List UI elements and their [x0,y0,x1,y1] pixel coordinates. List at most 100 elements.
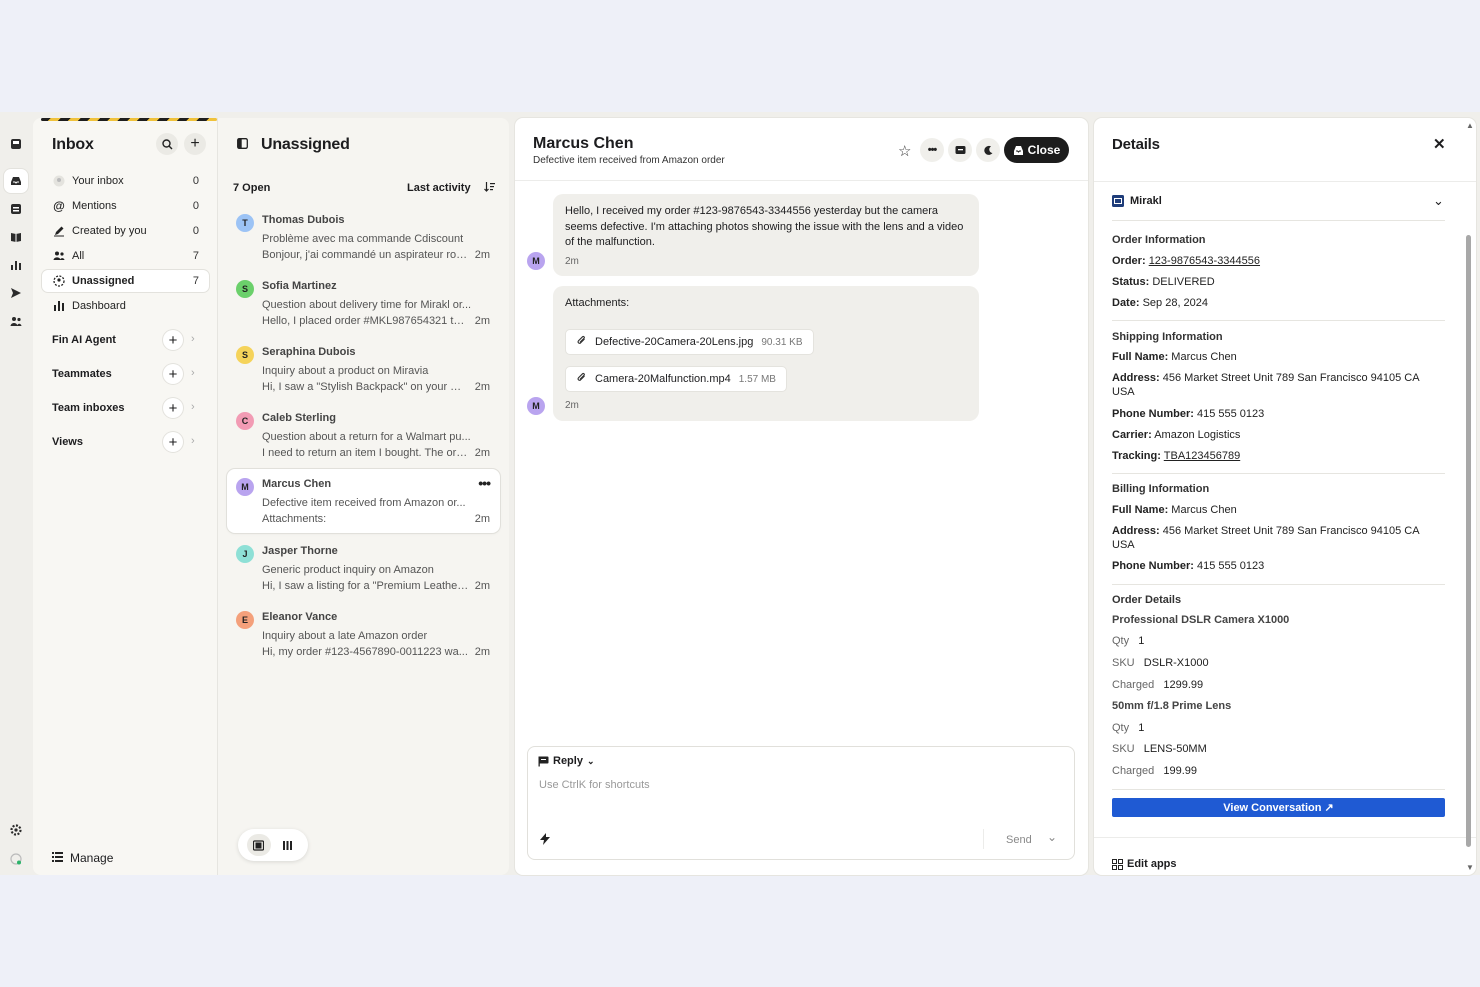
conversation-item[interactable]: J Jasper Thorne Generic product inquiry … [227,536,500,600]
add-team-inbox-button[interactable]: + [163,398,183,418]
chevron-down-icon: ⌄ [586,755,595,766]
conversation-item[interactable]: S Seraphina Dubois Inquiry about a produ… [227,337,500,401]
team-icon[interactable] [8,313,24,329]
plus-icon: + [168,399,178,417]
attachment-chip[interactable]: Camera-20Malfunction.mp4 1.57 MB [565,366,787,392]
view-conversation-button[interactable]: View Conversation ↗ [1112,798,1445,817]
sort-order-icon[interactable] [484,181,495,195]
sort-dropdown[interactable]: Last activity [407,182,471,194]
columns-layout-icon [283,840,292,850]
conversation-subject: Inquiry about a product on Miravia [262,365,429,377]
new-conversation-button[interactable]: + [184,133,206,155]
send-button[interactable]: Send [1006,834,1032,846]
conversation-item[interactable]: E Eleanor Vance Inquiry about a late Ama… [227,602,500,666]
sidebar-item-unassigned[interactable]: Unassigned 7 [42,270,209,292]
chevron-right-icon[interactable]: › [191,367,195,379]
more-options-icon[interactable]: ••• [478,475,491,491]
search-button[interactable] [156,133,178,155]
close-label: Close [1027,143,1061,157]
snooze-moon-button[interactable] [976,138,1000,162]
scroll-up-arrow-icon[interactable]: ▲ [1466,121,1474,130]
send-divider [983,829,984,849]
moon-clock-icon [983,145,992,155]
carrier-row: Carrier: Amazon Logistics [1112,429,1241,441]
plus-icon: + [168,365,178,383]
conversation-preview: Attachments: [262,513,327,525]
contact-name: Sofia Martinez [262,280,337,292]
billing-name-row: Full Name: Marcus Chen [1112,504,1237,516]
workspace-logo-icon[interactable] [8,136,24,152]
message-text: Hello, I received my order #123-9876543-… [565,205,964,248]
star-icon[interactable]: ☆ [898,142,911,160]
lightning-icon[interactable] [540,833,550,848]
edit-apps-button[interactable]: Edit apps [1112,858,1177,870]
attachments-label: Attachments: [565,297,630,309]
tracking-link[interactable]: TBA123456789 [1164,450,1240,462]
add-teammate-button[interactable]: + [163,364,183,384]
reports-chart-icon[interactable] [8,257,24,273]
sidebar-item-count: 7 [192,250,199,262]
close-icon[interactable]: ✕ [1433,135,1446,153]
manage-button[interactable]: Manage [52,851,113,865]
sidebar-item-dashboard[interactable]: Dashboard [42,295,209,317]
inbox-icon[interactable] [4,169,28,193]
conversation-time: 2m [474,249,490,261]
details-scrollbar-thumb[interactable] [1466,235,1471,847]
close-conversation-button[interactable]: Close [1004,137,1069,163]
conversation-item[interactable]: S Sofia Martinez Question about delivery… [227,271,500,335]
pen-icon [52,224,66,238]
three-column-layout-button[interactable] [276,834,300,856]
outbound-send-icon[interactable] [8,285,24,301]
details-divider [1094,181,1476,182]
conversation-subject: Question about delivery time for Mirakl … [262,299,472,311]
sidebar-item-your-inbox[interactable]: Your inbox 0 [42,170,209,192]
reply-flag-icon [538,756,549,766]
item-name: Professional DSLR Camera X1000 [1112,614,1290,626]
send-options-chevron-icon[interactable]: ⌄ [1047,830,1057,844]
conversation-item[interactable]: C Caleb Sterling Question about a return… [227,403,500,467]
section-team-inboxes[interactable]: Team inboxes [52,402,125,414]
sidebar-item-count: 0 [192,225,199,237]
reply-mode-dropdown[interactable]: Reply ⌄ [538,755,595,767]
snooze-button[interactable] [948,138,972,162]
conversation-item[interactable]: T Thomas Dubois Problème avec ma command… [227,205,500,269]
sidebar-item-all[interactable]: All 7 [42,245,209,267]
settings-gear-icon[interactable] [8,822,24,838]
chevron-right-icon[interactable]: › [191,435,195,447]
chevron-right-icon[interactable]: › [191,333,195,345]
attachment-size: 90.31 KB [761,336,803,348]
reply-input[interactable]: Use CtrlK for shortcuts [539,779,650,791]
conversation-item-selected[interactable]: M Marcus Chen ••• Defective item receive… [227,469,500,533]
user-avatar-icon[interactable] [8,851,24,867]
sidebar-item-mentions[interactable]: @ Mentions 0 [42,195,209,217]
contact-name: Eleanor Vance [262,611,338,623]
order-number-link[interactable]: 123-9876543-3344556 [1149,255,1260,267]
more-options-button[interactable]: ••• [920,138,944,162]
contacts-icon[interactable] [8,201,24,217]
sidebar-item-label: Unassigned [72,275,135,287]
sidebar-toggle-icon[interactable] [237,138,248,152]
sidebar-item-label: Dashboard [72,300,126,312]
conversation-panel: Marcus Chen Defective item received from… [515,118,1088,875]
sidebar-item-created-by-you[interactable]: Created by you 0 [42,220,209,242]
chevron-right-icon[interactable]: › [191,401,195,413]
section-views[interactable]: Views [52,436,83,448]
sidebar-item-count: 0 [192,200,199,212]
app-section-header[interactable]: Mirakl [1112,195,1162,207]
chevron-down-icon[interactable]: ⌄ [1433,193,1444,209]
message-time: 2m [565,400,579,411]
add-fin-ai-agent-button[interactable]: + [163,330,183,350]
contact-name: Thomas Dubois [262,214,345,226]
scroll-down-arrow-icon[interactable]: ▼ [1466,863,1474,872]
knowledge-book-icon[interactable] [8,229,24,245]
list-title: Unassigned [261,136,350,153]
section-fin-ai-agent[interactable]: Fin AI Agent [52,334,116,346]
unassigned-icon [52,274,66,288]
add-view-button[interactable]: + [163,432,183,452]
open-count[interactable]: 7 Open [233,182,270,194]
attachment-chip[interactable]: Defective-20Camera-20Lens.jpg 90.31 KB [565,329,814,355]
paperclip-icon [576,372,587,386]
avatar: C [236,412,254,430]
single-column-layout-button[interactable] [246,834,271,856]
section-teammates[interactable]: Teammates [52,368,112,380]
